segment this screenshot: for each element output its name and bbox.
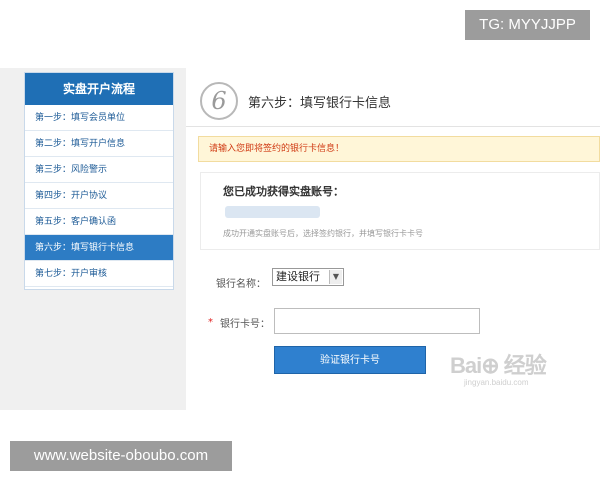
card-number-label: 银行卡号： bbox=[220, 319, 270, 330]
title-divider bbox=[186, 126, 600, 127]
step-number-icon: 6 bbox=[200, 82, 238, 120]
account-note: 成功开通实盘账号后，选择签约银行，并填写银行卡卡号 bbox=[223, 229, 423, 238]
account-label: 您已成功获得实盘账号： bbox=[223, 185, 344, 198]
watermark-url: jingyan.baidu.com bbox=[464, 378, 529, 387]
chevron-down-icon[interactable]: ▼ bbox=[329, 270, 342, 284]
sidebar-item-step3[interactable]: 第三步：风险警示 bbox=[25, 157, 173, 183]
sidebar-item-step1[interactable]: 第一步：填写会员单位 bbox=[25, 105, 173, 131]
page-title: 第六步：填写银行卡信息 bbox=[248, 96, 392, 111]
sidebar-item-step6[interactable]: 第六步：填写银行卡信息 bbox=[25, 235, 173, 261]
watermark: Bai⊕ 经验 jingyan.baidu.com bbox=[450, 348, 547, 387]
bank-select-value: 建设银行 bbox=[276, 270, 320, 283]
account-info-box: 您已成功获得实盘账号： 成功开通实盘账号后，选择签约银行，并填写银行卡卡号 bbox=[200, 172, 600, 250]
sidebar-title: 实盘开户流程 bbox=[25, 73, 173, 105]
tg-overlay-label: TG: MYYJJPP bbox=[465, 10, 590, 40]
watermark-logo: Bai⊕ 经验 bbox=[450, 353, 547, 378]
card-number-input[interactable] bbox=[274, 308, 480, 334]
account-number-redacted bbox=[225, 206, 320, 218]
bank-name-label: 银行名称： bbox=[216, 279, 266, 290]
required-mark: * bbox=[208, 317, 213, 328]
verify-card-button[interactable]: 验证银行卡号 bbox=[274, 346, 426, 374]
sidebar: 实盘开户流程 第一步：填写会员单位 第二步：填写开户信息 第三步：风险警示 第四… bbox=[24, 72, 174, 290]
bank-select[interactable]: 建设银行 ▼ bbox=[272, 268, 344, 286]
url-overlay-label: www.website-oboubo.com bbox=[10, 441, 232, 471]
sidebar-item-step7[interactable]: 第七步：开户审核 bbox=[25, 261, 173, 287]
sidebar-item-step2[interactable]: 第二步：填写开户信息 bbox=[25, 131, 173, 157]
warning-message: 请输入您即将签约的银行卡信息！ bbox=[198, 136, 600, 162]
sidebar-item-step4[interactable]: 第四步：开户协议 bbox=[25, 183, 173, 209]
sidebar-item-step5[interactable]: 第五步：客户确认函 bbox=[25, 209, 173, 235]
